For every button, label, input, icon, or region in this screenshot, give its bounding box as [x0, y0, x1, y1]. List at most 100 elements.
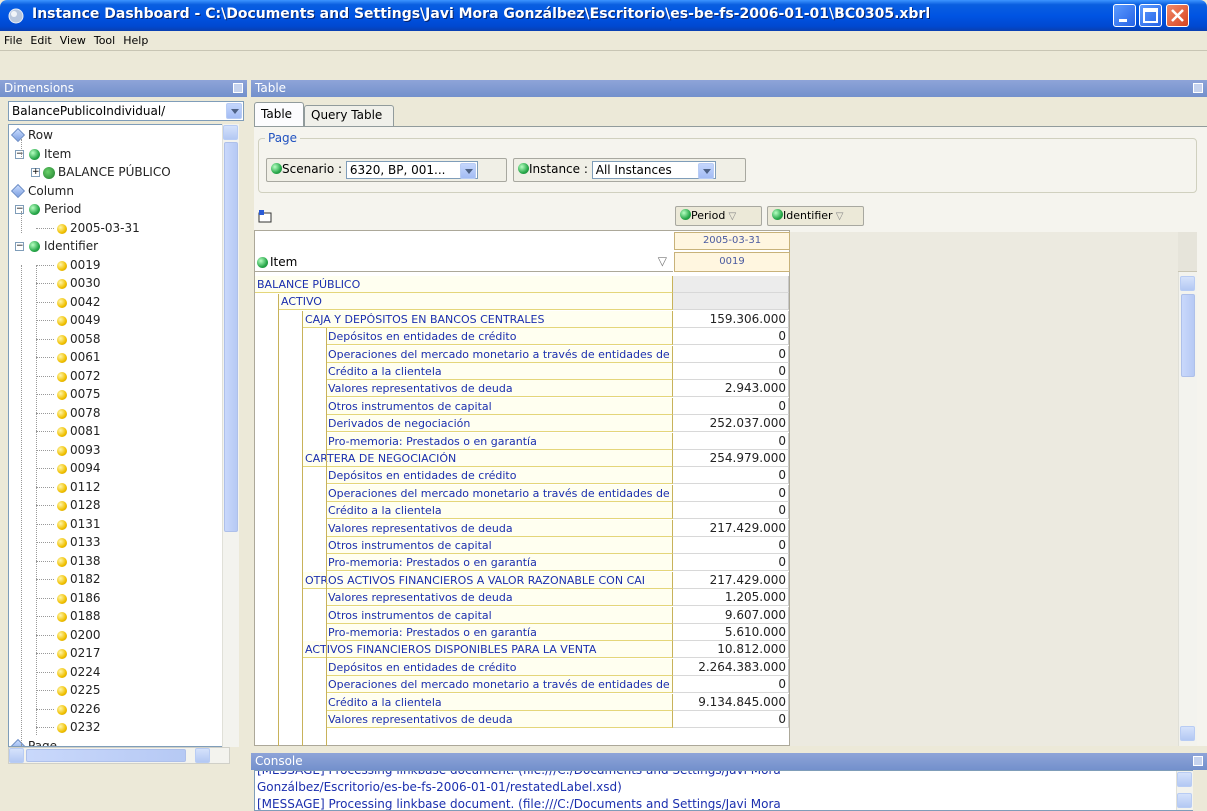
filter-arrow-icon[interactable]: ▽	[833, 211, 844, 222]
row-value[interactable]: 9.134.845.000	[673, 694, 789, 711]
row-value[interactable]	[673, 276, 789, 293]
row-label[interactable]: ACTIVOS FINANCIEROS DISPONIBLES PARA LA …	[303, 641, 673, 658]
row-label[interactable]: CARTERA DE NEGOCIACIÓN	[303, 450, 673, 467]
scroll-left-button[interactable]	[9, 748, 24, 763]
row-label[interactable]: Valores representativos de deuda	[326, 711, 673, 728]
row-label[interactable]: Depósitos en entidades de crédito	[326, 467, 673, 484]
tab-query-table[interactable]: Query Table	[304, 105, 394, 126]
menu-view[interactable]: View	[56, 31, 90, 47]
instance-filter[interactable]: Instance : All Instances	[513, 158, 746, 182]
row-label[interactable]: Otros instrumentos de capital	[326, 607, 673, 624]
row-value[interactable]: 9.607.000	[673, 607, 789, 624]
row-label[interactable]: Valores representativos de deuda	[326, 380, 673, 397]
tree-node[interactable]: 0019	[9, 257, 219, 275]
row-label[interactable]: Operaciones del mercado monetario a trav…	[326, 676, 673, 693]
horizontal-scroll-thumb[interactable]	[26, 749, 186, 762]
maximize-panel-icon[interactable]	[1193, 83, 1203, 93]
row-label[interactable]: Depósitos en entidades de crédito	[326, 328, 673, 345]
tree-node[interactable]: 0075	[9, 386, 219, 404]
grid-scrollbar[interactable]	[1178, 232, 1197, 746]
collapse-icon[interactable]: −	[15, 205, 24, 214]
tab-table[interactable]: Table	[254, 102, 304, 126]
row-value[interactable]: 0	[673, 363, 789, 380]
chevron-down-icon[interactable]	[697, 163, 714, 179]
scroll-down-button[interactable]	[1177, 793, 1192, 808]
tree-node[interactable]: 0072	[9, 368, 219, 386]
tree-node[interactable]: 0226	[9, 701, 219, 719]
menu-edit[interactable]: Edit	[26, 31, 55, 47]
row-value[interactable]: 0	[673, 398, 789, 415]
menu-tool[interactable]: Tool	[90, 31, 119, 47]
chevron-down-icon[interactable]	[459, 163, 476, 179]
row-value[interactable]: 0	[673, 537, 789, 554]
row-label[interactable]: Depósitos en entidades de crédito	[326, 659, 673, 676]
tree-node[interactable]: 2005-03-31	[9, 220, 219, 238]
row-value[interactable]: 0	[673, 328, 789, 345]
pivot-toggle-icon[interactable]	[258, 209, 272, 223]
row-value[interactable]: 0	[673, 485, 789, 502]
tree-node[interactable]: 0081	[9, 423, 219, 441]
tree-node[interactable]: 0138	[9, 553, 219, 571]
row-label[interactable]: Pro-memoria: Prestados o en garantía	[326, 624, 673, 641]
row-value[interactable]: 2.264.383.000	[673, 659, 789, 676]
row-label[interactable]: Valores representativos de deuda	[326, 589, 673, 606]
instance-select[interactable]: All Instances	[591, 161, 716, 179]
row-value[interactable]: 2.943.000	[673, 380, 789, 397]
row-label[interactable]: BALANCE PÚBLICO	[255, 276, 673, 293]
tree-node[interactable]: 0217	[9, 645, 219, 663]
row-label[interactable]: Pro-memoria: Prestados o en garantía	[326, 433, 673, 450]
tree-node[interactable]: 0133	[9, 534, 219, 552]
tree-node[interactable]: 0093	[9, 442, 219, 460]
row-value[interactable]: 0	[673, 554, 789, 571]
filter-arrow-icon[interactable]: ▽	[725, 211, 736, 222]
row-label[interactable]: Otros instrumentos de capital	[326, 537, 673, 554]
row-value[interactable]	[673, 293, 789, 310]
tree-node[interactable]: 0112	[9, 479, 219, 497]
tree-node[interactable]: 0061	[9, 349, 219, 367]
row-value[interactable]: 0	[673, 433, 789, 450]
tree-scrollbar[interactable]	[222, 124, 239, 747]
console-output[interactable]: [MESSAGE] Processing linkbase document. …	[254, 770, 1193, 811]
row-label[interactable]: Crédito a la clientela	[326, 363, 673, 380]
scroll-down-button[interactable]	[1180, 726, 1195, 741]
scenario-select[interactable]: 6320, BP, 001...	[345, 161, 478, 179]
menu-help[interactable]: Help	[119, 31, 152, 47]
tree-node[interactable]: Column	[9, 183, 219, 201]
tree-node[interactable]: 0094	[9, 460, 219, 478]
row-value[interactable]: 5.610.000	[673, 624, 789, 641]
tree-node[interactable]: − Item	[9, 146, 219, 164]
tree-node[interactable]: 0030	[9, 275, 219, 293]
row-label[interactable]: CAJA Y DEPÓSITOS EN BANCOS CENTRALES	[303, 311, 673, 328]
item-header[interactable]: Item ▽	[255, 253, 673, 272]
scroll-right-button[interactable]	[195, 748, 210, 763]
tree-node[interactable]: Page	[9, 738, 219, 746]
tree-node[interactable]: 0058	[9, 331, 219, 349]
tree-node[interactable]: 0131	[9, 516, 219, 534]
tree-node[interactable]: 0186	[9, 590, 219, 608]
scroll-up-button[interactable]	[1180, 276, 1195, 291]
row-value[interactable]: 217.429.000	[673, 572, 789, 589]
menu-file[interactable]: File	[0, 31, 26, 47]
scroll-up-button[interactable]	[1177, 772, 1192, 787]
row-value[interactable]: 0	[673, 676, 789, 693]
row-label[interactable]: Crédito a la clientela	[326, 694, 673, 711]
tree-node[interactable]: 0042	[9, 294, 219, 312]
row-label[interactable]: OTROS ACTIVOS FINANCIEROS A VALOR RAZONA…	[303, 572, 673, 589]
maximize-button[interactable]	[1139, 4, 1162, 27]
tree-node[interactable]: 0182	[9, 571, 219, 589]
close-button[interactable]	[1166, 4, 1189, 27]
row-label[interactable]: Operaciones del mercado monetario a trav…	[326, 485, 673, 502]
scroll-up-button[interactable]	[223, 125, 238, 140]
row-label[interactable]: Otros instrumentos de capital	[326, 398, 673, 415]
console-scrollbar[interactable]	[1176, 771, 1193, 810]
tree-node[interactable]: − Identifier	[9, 238, 219, 256]
row-value[interactable]: 0	[673, 711, 789, 728]
tree-node[interactable]: 0188	[9, 608, 219, 626]
minimize-button[interactable]	[1113, 4, 1136, 27]
row-value[interactable]: 0	[673, 502, 789, 519]
tree-node[interactable]: 0128	[9, 497, 219, 515]
row-value[interactable]: 252.037.000	[673, 415, 789, 432]
filter-arrow-icon[interactable]: ▽	[658, 254, 667, 268]
scroll-thumb[interactable]	[1181, 294, 1195, 377]
scroll-thumb[interactable]	[224, 142, 238, 532]
